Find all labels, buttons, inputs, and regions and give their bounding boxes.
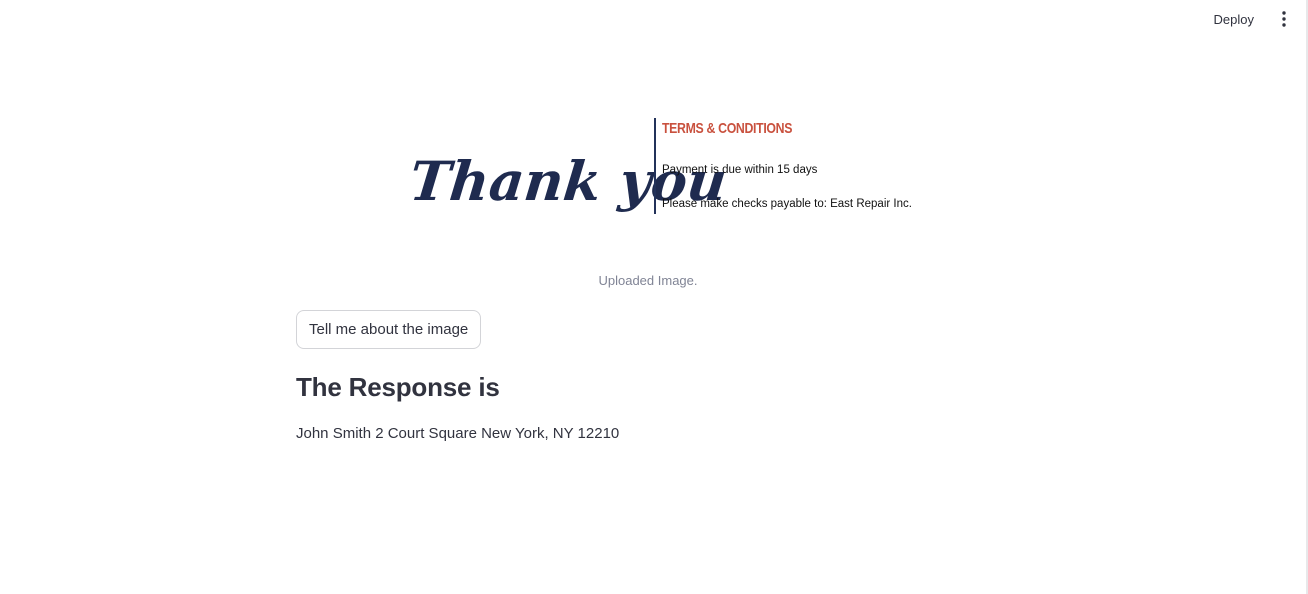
image-caption: Uploaded Image. xyxy=(598,273,698,288)
terms-title: TERMS & CONDITIONS xyxy=(662,120,793,137)
vertical-ellipsis-icon xyxy=(1282,11,1286,27)
tell-me-about-image-button[interactable]: Tell me about the image xyxy=(296,310,482,349)
top-toolbar: Deploy xyxy=(1214,0,1308,38)
response-text: John Smith 2 Court Square New York, NY 1… xyxy=(296,425,620,442)
response-heading: The Response is xyxy=(296,372,500,402)
main-menu-button[interactable] xyxy=(1276,9,1292,29)
app-root: Deploy Thank you TERMS & CONDITIONS Paym… xyxy=(0,0,1308,594)
uploaded-image: Thank you TERMS & CONDITIONS Payment is … xyxy=(404,110,924,242)
image-divider xyxy=(654,118,656,214)
terms-line-payment: Payment is due within 15 days xyxy=(662,164,818,176)
deploy-button[interactable]: Deploy xyxy=(1214,12,1254,27)
terms-line-checks: Please make checks payable to: East Repa… xyxy=(662,198,912,210)
